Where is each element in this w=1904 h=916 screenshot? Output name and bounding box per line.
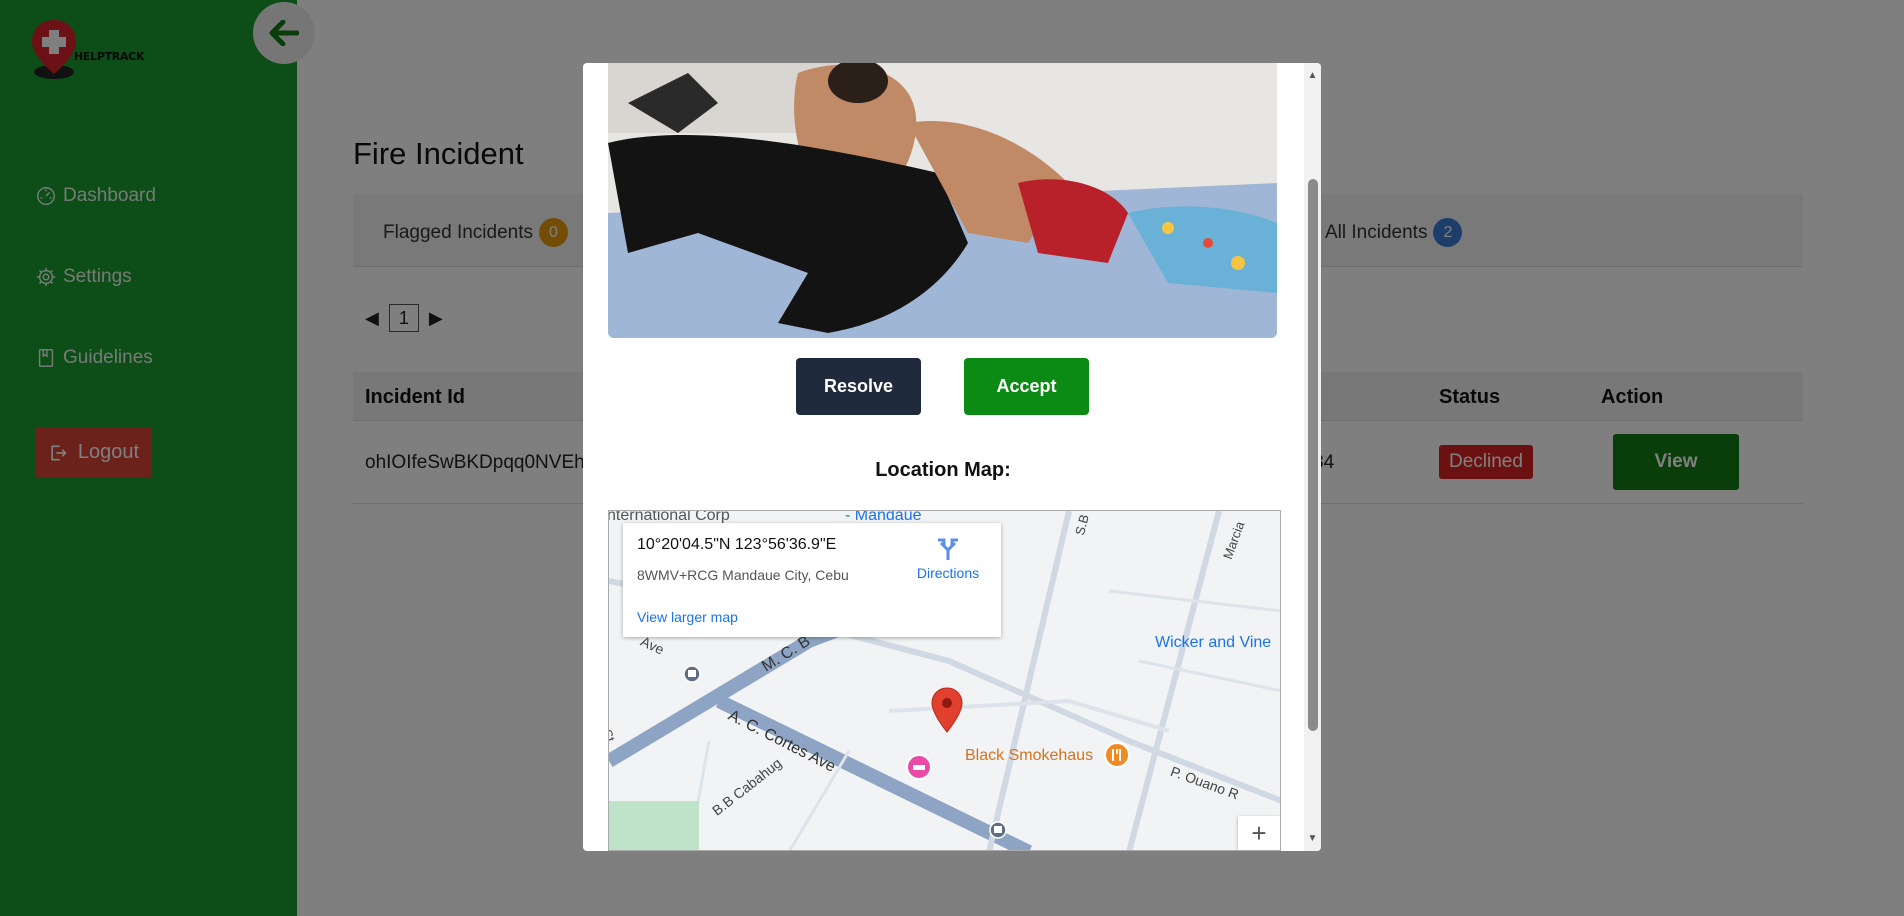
incident-photo [608, 63, 1277, 338]
location-map[interactable]: nternational Corp - Mandaue Wicker and V… [608, 510, 1281, 851]
map-label-black-smokehaus: Black Smokehaus [965, 747, 1094, 764]
location-pin-icon[interactable] [929, 686, 965, 734]
map-label-wicker-and-vine: Wicker and Vine [1155, 634, 1272, 651]
map-title: Location Map: [875, 459, 1011, 481]
bus-stop-icon [989, 821, 1007, 839]
map-info-card: 10°20'04.5"N 123°56'36.9"E 8WMV+RCG Mand… [623, 523, 1001, 637]
bus-stop-icon [683, 665, 701, 683]
map-coordinates: 10°20'04.5"N 123°56'36.9"E [637, 536, 837, 553]
scroll-up-icon[interactable]: ▲ [1304, 67, 1321, 84]
directions-icon [938, 538, 958, 560]
directions-label: Directions [916, 565, 980, 581]
scrollbar-thumb[interactable] [1308, 179, 1318, 731]
directions-link[interactable]: Directions [908, 536, 988, 581]
map-plus-code: 8WMV+RCG Mandaue City, Cebu [637, 567, 849, 583]
incident-photo-image [608, 63, 1277, 338]
accept-button[interactable]: Accept [964, 358, 1089, 415]
zoom-in-button[interactable]: + [1238, 816, 1280, 850]
resolve-button[interactable]: Resolve [796, 358, 921, 415]
hotel-pin-icon[interactable] [905, 753, 933, 785]
view-larger-map-link[interactable]: View larger map [637, 609, 738, 625]
restaurant-pin-icon[interactable] [1103, 741, 1131, 773]
scroll-down-icon[interactable]: ▼ [1304, 830, 1321, 847]
modal-scrollbar[interactable]: ▲ ▼ [1304, 63, 1321, 851]
incident-modal: Resolve Accept Location Map: nternationa… [583, 63, 1321, 851]
